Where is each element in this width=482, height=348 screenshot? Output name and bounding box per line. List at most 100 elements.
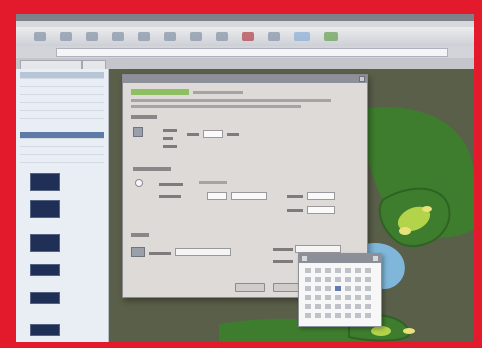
- address-bar: [16, 46, 474, 58]
- date-picker-day[interactable]: [305, 295, 311, 300]
- date-picker-day[interactable]: [325, 286, 331, 291]
- field-label: [273, 248, 293, 251]
- thumbnail[interactable]: [30, 173, 60, 191]
- type-select[interactable]: [175, 248, 231, 256]
- date-picker-day[interactable]: [315, 304, 321, 309]
- date-picker-day[interactable]: [355, 313, 361, 318]
- date-picker-day[interactable]: [305, 313, 311, 318]
- map-sand: [422, 206, 432, 212]
- date-field[interactable]: [231, 192, 267, 200]
- sidebar-item[interactable]: [20, 80, 104, 87]
- date-picker-day[interactable]: [325, 268, 331, 273]
- thumbnail[interactable]: [30, 292, 60, 304]
- sidebar-item[interactable]: [20, 88, 104, 95]
- date-picker-day[interactable]: [345, 277, 351, 282]
- value-field[interactable]: [307, 192, 335, 200]
- date-picker-day[interactable]: [335, 277, 341, 282]
- field-label: [287, 195, 303, 198]
- toolbar-tool-icon[interactable]: [294, 32, 310, 41]
- section-label: [131, 233, 149, 237]
- date-picker-day[interactable]: [355, 286, 361, 291]
- date-picker-day[interactable]: [355, 268, 361, 273]
- date-picker-day[interactable]: [315, 313, 321, 318]
- thumbnail[interactable]: [30, 324, 60, 336]
- toolbar-tool-icon[interactable]: [242, 32, 254, 41]
- toolbar-tool-icon[interactable]: [324, 32, 338, 41]
- date-picker-day[interactable]: [305, 277, 311, 282]
- sidebar-item[interactable]: [20, 112, 104, 119]
- date-picker-day[interactable]: [315, 277, 321, 282]
- date-picker-day[interactable]: [305, 304, 311, 309]
- field-label: [159, 195, 181, 198]
- field-label: [187, 133, 199, 136]
- toolbar-tool-icon[interactable]: [34, 32, 46, 41]
- date-picker-day[interactable]: [365, 268, 371, 273]
- option-label: [163, 137, 173, 140]
- option-label: [159, 183, 183, 186]
- thumbnail[interactable]: [30, 234, 60, 252]
- toolbar-tool-icon[interactable]: [164, 32, 176, 41]
- date-picker-day[interactable]: [365, 295, 371, 300]
- date-picker-day[interactable]: [345, 304, 351, 309]
- date-picker-day[interactable]: [305, 286, 311, 291]
- option-radio[interactable]: [135, 179, 143, 187]
- date-picker-day[interactable]: [335, 268, 341, 273]
- date-picker-day[interactable]: [355, 295, 361, 300]
- sidebar-item[interactable]: [20, 156, 104, 163]
- date-picker-day-selected[interactable]: [335, 286, 341, 291]
- sidebar-item[interactable]: [20, 104, 104, 111]
- date-picker-day[interactable]: [315, 286, 321, 291]
- next-month-icon[interactable]: [373, 256, 378, 261]
- date-picker-day[interactable]: [345, 313, 351, 318]
- thumbnail[interactable]: [30, 200, 60, 218]
- date-picker-day[interactable]: [365, 286, 371, 291]
- date-picker-day[interactable]: [325, 304, 331, 309]
- option-label: [199, 181, 227, 184]
- sidebar-item[interactable]: [20, 96, 104, 103]
- address-field[interactable]: [56, 48, 448, 57]
- date-picker-day[interactable]: [345, 268, 351, 273]
- thumbnail[interactable]: [30, 264, 60, 276]
- date-picker-day[interactable]: [355, 277, 361, 282]
- date-picker-day[interactable]: [365, 313, 371, 318]
- date-picker-day[interactable]: [365, 304, 371, 309]
- date-picker-day[interactable]: [315, 268, 321, 273]
- value-field[interactable]: [207, 192, 227, 200]
- layer-icon: [131, 247, 145, 257]
- date-picker-day[interactable]: [355, 304, 361, 309]
- toolbar-tool-icon[interactable]: [268, 32, 280, 41]
- toolbar-tool-icon[interactable]: [138, 32, 150, 41]
- toolbar-tool-icon[interactable]: [60, 32, 72, 41]
- date-picker-day[interactable]: [325, 313, 331, 318]
- option-select[interactable]: [295, 245, 341, 253]
- date-picker-day[interactable]: [315, 295, 321, 300]
- sidebar-item[interactable]: [20, 148, 104, 155]
- sidebar: [16, 69, 109, 342]
- sidebar-item[interactable]: [20, 140, 104, 147]
- date-picker-day[interactable]: [335, 295, 341, 300]
- tab-primary[interactable]: [20, 60, 82, 69]
- toolbar-tool-icon[interactable]: [216, 32, 228, 41]
- toolbar-tool-icon[interactable]: [190, 32, 202, 41]
- tab-strip: [16, 58, 474, 69]
- toolbar-tool-icon[interactable]: [112, 32, 124, 41]
- section-label: [131, 115, 157, 119]
- date-picker-day[interactable]: [335, 313, 341, 318]
- close-icon[interactable]: [359, 76, 365, 82]
- date-picker-day[interactable]: [335, 304, 341, 309]
- tab-secondary[interactable]: [82, 60, 106, 69]
- date-picker-day[interactable]: [325, 295, 331, 300]
- date-picker-day[interactable]: [325, 277, 331, 282]
- sidebar-item-selected[interactable]: [20, 132, 104, 139]
- previous-month-icon[interactable]: [302, 256, 307, 261]
- dialog-titlebar: [123, 75, 367, 83]
- option-label: [163, 145, 177, 148]
- date-picker-day[interactable]: [345, 295, 351, 300]
- value-field[interactable]: [203, 130, 223, 138]
- value-field[interactable]: [307, 206, 335, 214]
- ok-button[interactable]: [235, 283, 265, 292]
- date-picker-day[interactable]: [345, 286, 351, 291]
- toolbar-tool-icon[interactable]: [86, 32, 98, 41]
- date-picker-day[interactable]: [365, 277, 371, 282]
- date-picker-day[interactable]: [305, 268, 311, 273]
